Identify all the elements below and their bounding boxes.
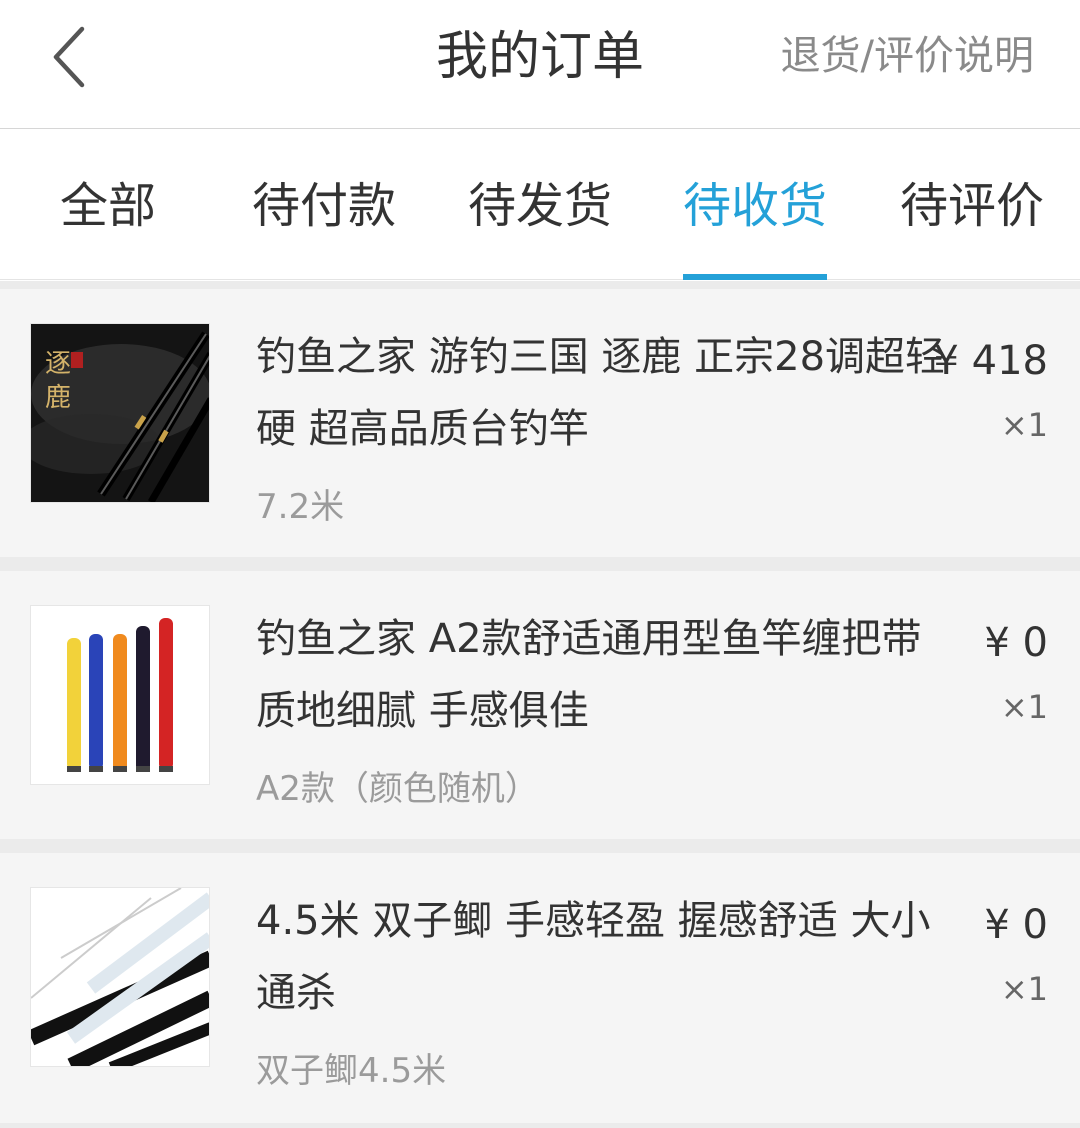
tab-active-indicator [683, 274, 827, 280]
product-price: ¥ 418 [933, 338, 1048, 384]
tab-pending-review[interactable]: 待评价 [892, 130, 1052, 280]
tab-pending-payment[interactable]: 待付款 [244, 130, 404, 280]
grip-tape-product-image[interactable] [30, 605, 210, 785]
order-item[interactable]: 4.5米 双子鲫 手感轻盈 握感舒适 大小通杀 双子鲫4.5米 ¥ 0 ×1 [0, 853, 1080, 1123]
product-quantity: ×1 [1000, 970, 1048, 1008]
product-spec: 7.2米 [256, 487, 345, 527]
product-name[interactable]: 4.5米 双子鲫 手感轻盈 握感舒适 大小通杀 [256, 885, 956, 1029]
product-price: ¥ 0 [984, 902, 1048, 948]
tab-label: 全部 [59, 178, 156, 234]
product-name[interactable]: 钓鱼之家 游钓三国 逐鹿 正宗28调超轻硬 超高品质台钓竿 [256, 321, 956, 465]
order-item[interactable]: 逐 鹿 钓鱼之家 游钓三国 逐鹿 正宗28调超轻硬 超高品质台钓竿 7.2米 ¥… [0, 289, 1080, 557]
order-item[interactable]: 钓鱼之家 A2款舒适通用型鱼竿缠把带 质地细腻 手感俱佳 A2款（颜色随机） ¥… [0, 571, 1080, 839]
product-name[interactable]: 钓鱼之家 A2款舒适通用型鱼竿缠把带 质地细腻 手感俱佳 [256, 603, 956, 747]
svg-text:逐: 逐 [45, 349, 71, 379]
return-review-help-link[interactable]: 退货/评价说明 [781, 30, 1034, 82]
tab-label: 待付款 [251, 178, 396, 234]
product-quantity: ×1 [1000, 688, 1048, 726]
tab-label: 待发货 [467, 178, 612, 234]
order-list: 逐 鹿 钓鱼之家 游钓三国 逐鹿 正宗28调超轻硬 超高品质台钓竿 7.2米 ¥… [0, 281, 1080, 1128]
order-status-tabs: 全部 待付款 待发货 待收货 待评价 [0, 130, 1080, 280]
product-spec: A2款（颜色随机） [256, 769, 539, 809]
tab-label: 待收货 [683, 178, 828, 234]
tab-all[interactable]: 全部 [28, 130, 188, 280]
fishing-pole-product-image[interactable] [30, 887, 210, 1067]
fishing-rod-product-image[interactable]: 逐 鹿 [30, 323, 210, 503]
tab-pending-shipment[interactable]: 待发货 [460, 130, 620, 280]
top-bar: 我的订单 退货/评价说明 [0, 0, 1080, 129]
tab-label: 待评价 [899, 178, 1044, 234]
svg-text:鹿: 鹿 [45, 383, 71, 413]
tab-pending-receipt[interactable]: 待收货 [683, 130, 827, 280]
product-quantity: ×1 [1000, 406, 1048, 444]
product-spec: 双子鲫4.5米 [256, 1051, 447, 1091]
product-price: ¥ 0 [984, 620, 1048, 666]
